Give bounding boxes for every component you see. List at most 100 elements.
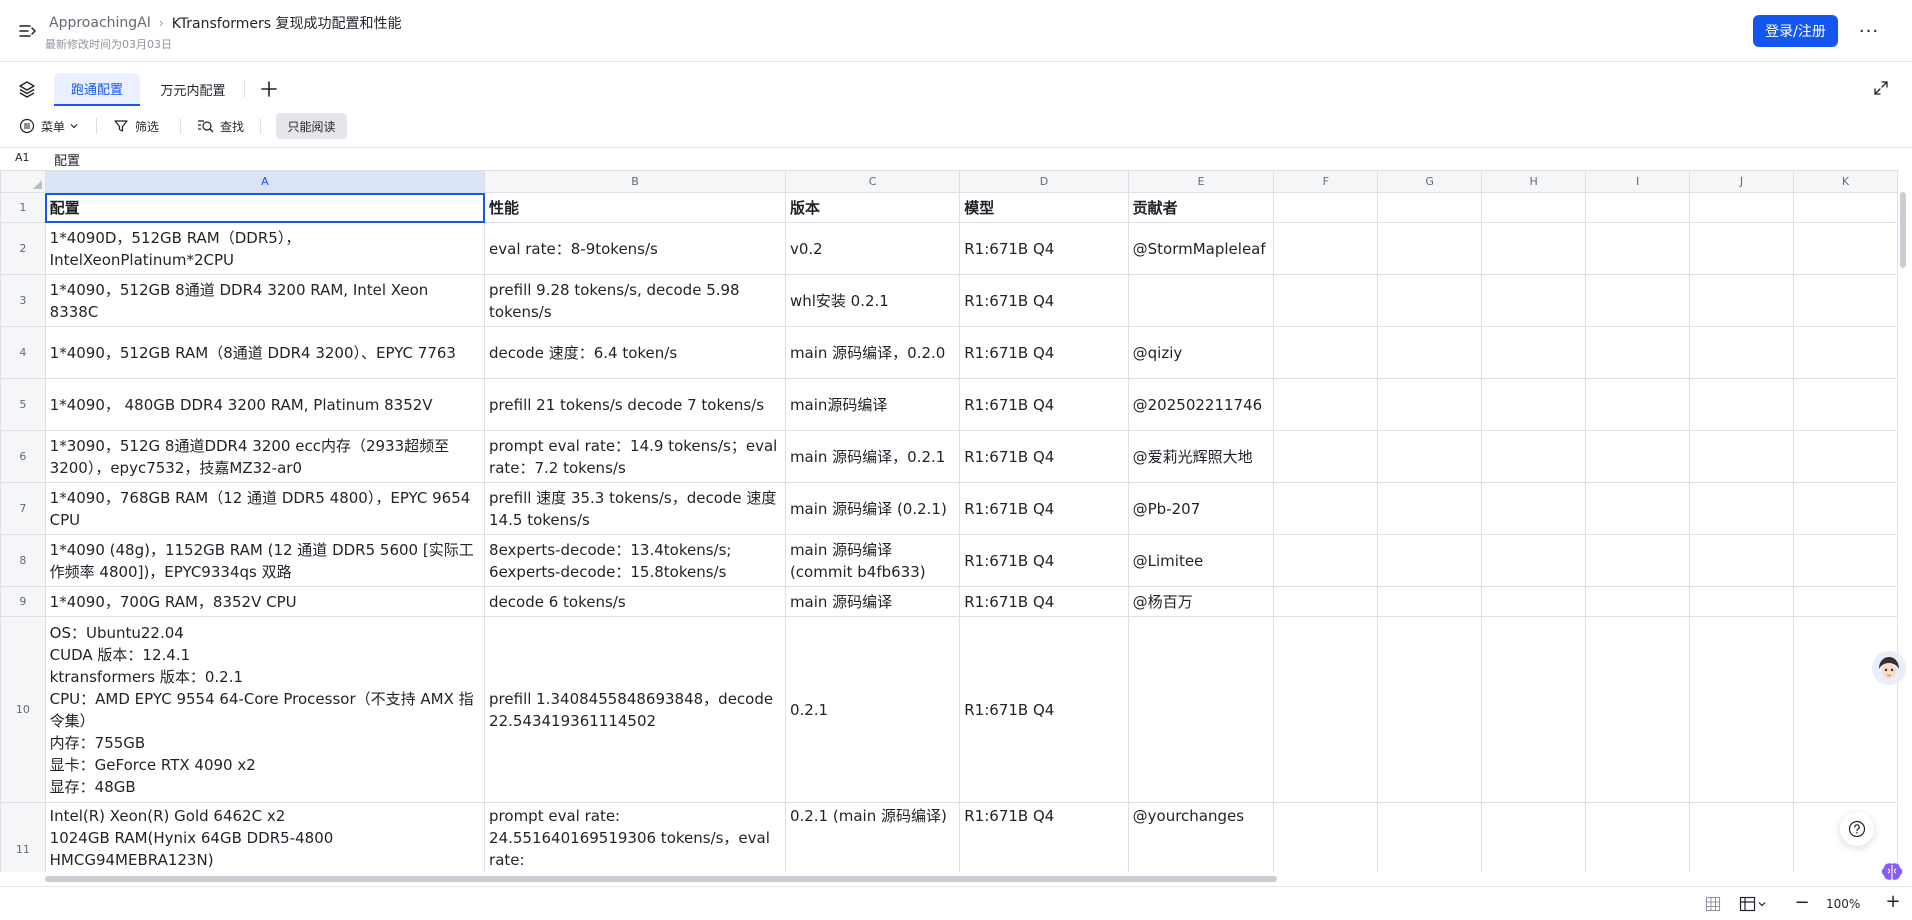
cell-f1[interactable] bbox=[1273, 192, 1379, 223]
cell-f9[interactable] bbox=[1273, 586, 1379, 617]
cell-e3[interactable] bbox=[1127, 274, 1275, 327]
column-header-e[interactable]: E bbox=[1127, 170, 1275, 193]
filter-button[interactable]: 筛选 bbox=[113, 113, 159, 139]
row-header[interactable]: 5 bbox=[0, 378, 46, 431]
cell-i6[interactable] bbox=[1585, 430, 1691, 483]
cell-a3[interactable]: 1*4090，512GB 8通道 DDR4 3200 RAM, Intel Xe… bbox=[44, 274, 486, 327]
formula-content[interactable]: 配置 bbox=[54, 150, 80, 169]
cell-d10[interactable]: R1:671B Q4 bbox=[959, 616, 1129, 803]
cell-i4[interactable] bbox=[1585, 326, 1691, 379]
cell-g7[interactable] bbox=[1377, 482, 1483, 535]
cell-k4[interactable] bbox=[1792, 326, 1898, 379]
cell-d2[interactable]: R1:671B Q4 bbox=[959, 222, 1129, 275]
cell-g1[interactable] bbox=[1377, 192, 1483, 223]
select-all-corner[interactable] bbox=[0, 170, 46, 193]
zoom-level[interactable]: 100% bbox=[1826, 897, 1860, 911]
cell-f5[interactable] bbox=[1273, 378, 1379, 431]
cell-h6[interactable] bbox=[1481, 430, 1587, 483]
cell-e2[interactable]: @StormMapleleaf bbox=[1127, 222, 1275, 275]
column-header-a[interactable]: A bbox=[44, 170, 486, 193]
tab-sheet-1[interactable]: 跑通配置 bbox=[54, 73, 140, 106]
cell-e1[interactable]: 贡献者 bbox=[1127, 192, 1275, 223]
help-button[interactable] bbox=[1840, 812, 1874, 846]
cell-b3[interactable]: prefill 9.28 tokens/s, decode 5.98 token… bbox=[484, 274, 786, 327]
cell-i1[interactable] bbox=[1585, 192, 1691, 223]
cell-b11[interactable]: prompt eval rate: 24.551640169519306 tok… bbox=[484, 802, 786, 872]
cell-g6[interactable] bbox=[1377, 430, 1483, 483]
cell-i7[interactable] bbox=[1585, 482, 1691, 535]
cell-d5[interactable]: R1:671B Q4 bbox=[959, 378, 1129, 431]
cell-b10[interactable]: prefill 1.3408455848693848，decode 22.543… bbox=[484, 616, 786, 803]
cell-k2[interactable] bbox=[1792, 222, 1898, 275]
sidebar-toggle-icon[interactable] bbox=[18, 22, 36, 40]
cell-k5[interactable] bbox=[1792, 378, 1898, 431]
row-header[interactable]: 3 bbox=[0, 274, 46, 327]
cell-g5[interactable] bbox=[1377, 378, 1483, 431]
cell-a2[interactable]: 1*4090D，512GB RAM（DDR5），IntelXeonPlatinu… bbox=[44, 222, 486, 275]
cell-d3[interactable]: R1:671B Q4 bbox=[959, 274, 1129, 327]
row-header[interactable]: 2 bbox=[0, 222, 46, 275]
column-header-b[interactable]: B bbox=[484, 170, 786, 193]
cell-i11[interactable] bbox=[1585, 802, 1691, 872]
row-header[interactable]: 11 bbox=[0, 802, 46, 872]
zoom-out-button[interactable]: − bbox=[1793, 894, 1811, 914]
row-header[interactable]: 10 bbox=[0, 616, 46, 803]
cell-b8[interactable]: 8experts-decode：13.4tokens/s; 6experts-d… bbox=[484, 534, 786, 587]
find-button[interactable]: 查找 bbox=[196, 113, 244, 139]
column-header-f[interactable]: F bbox=[1273, 170, 1379, 193]
cell-c9[interactable]: main 源码编译 bbox=[784, 586, 961, 617]
cell-a1[interactable]: 配置 bbox=[44, 192, 486, 223]
cell-c11[interactable]: 0.2.1 (main 源码编译) bbox=[784, 802, 961, 872]
cell-c4[interactable]: main 源码编译，0.2.0 bbox=[784, 326, 961, 379]
cell-j8[interactable] bbox=[1689, 534, 1794, 587]
cell-g11[interactable] bbox=[1377, 802, 1483, 872]
fullscreen-icon[interactable] bbox=[1873, 80, 1889, 96]
cell-d11[interactable]: R1:671B Q4 bbox=[959, 802, 1129, 872]
row-header[interactable]: 4 bbox=[0, 326, 46, 379]
cell-j5[interactable] bbox=[1689, 378, 1794, 431]
row-header[interactable]: 7 bbox=[0, 482, 46, 535]
cell-g3[interactable] bbox=[1377, 274, 1483, 327]
cell-k9[interactable] bbox=[1792, 586, 1898, 617]
cell-b1[interactable]: 性能 bbox=[484, 192, 786, 223]
cell-i9[interactable] bbox=[1585, 586, 1691, 617]
login-button[interactable]: 登录/注册 bbox=[1753, 15, 1838, 47]
cell-i10[interactable] bbox=[1585, 616, 1691, 803]
cell-i8[interactable] bbox=[1585, 534, 1691, 587]
cell-d9[interactable]: R1:671B Q4 bbox=[959, 586, 1129, 617]
cell-a6[interactable]: 1*3090，512G 8通道DDR4 3200 ecc内存（2933超频至32… bbox=[44, 430, 486, 483]
cell-c2[interactable]: v0.2 bbox=[784, 222, 961, 275]
cell-b9[interactable]: decode 6 tokens/s bbox=[484, 586, 786, 617]
cell-c1[interactable]: 版本 bbox=[784, 192, 961, 223]
cell-j11[interactable] bbox=[1689, 802, 1794, 872]
column-header-g[interactable]: G bbox=[1377, 170, 1483, 193]
cell-k6[interactable] bbox=[1792, 430, 1898, 483]
cell-j7[interactable] bbox=[1689, 482, 1794, 535]
vertical-scrollbar[interactable] bbox=[1900, 192, 1906, 268]
cell-f3[interactable] bbox=[1273, 274, 1379, 327]
cell-d4[interactable]: R1:671B Q4 bbox=[959, 326, 1129, 379]
cell-e4[interactable]: @qiziy bbox=[1127, 326, 1275, 379]
cell-g9[interactable] bbox=[1377, 586, 1483, 617]
cell-d6[interactable]: R1:671B Q4 bbox=[959, 430, 1129, 483]
cell-reference[interactable]: A1 bbox=[15, 151, 30, 164]
cell-j2[interactable] bbox=[1689, 222, 1794, 275]
cell-i5[interactable] bbox=[1585, 378, 1691, 431]
cell-e8[interactable]: @Limitee bbox=[1127, 534, 1275, 587]
row-header[interactable]: 6 bbox=[0, 430, 46, 483]
cell-f8[interactable] bbox=[1273, 534, 1379, 587]
cell-a7[interactable]: 1*4090，768GB RAM（12 通道 DDR5 4800），EPYC 9… bbox=[44, 482, 486, 535]
cell-e11[interactable]: @yourchanges bbox=[1127, 802, 1275, 872]
cell-i3[interactable] bbox=[1585, 274, 1691, 327]
cell-c5[interactable]: main源码编译 bbox=[784, 378, 961, 431]
cell-h11[interactable] bbox=[1481, 802, 1587, 872]
cell-b7[interactable]: prefill 速度 35.3 tokens/s，decode 速度 14.5 … bbox=[484, 482, 786, 535]
cell-g8[interactable] bbox=[1377, 534, 1483, 587]
ai-assistant-icon[interactable] bbox=[1880, 861, 1904, 883]
cell-a10[interactable]: OS：Ubuntu22.04 CUDA 版本：12.4.1 ktransform… bbox=[44, 616, 486, 803]
cell-j3[interactable] bbox=[1689, 274, 1794, 327]
more-options-icon[interactable]: ··· bbox=[1856, 17, 1882, 45]
menu-button[interactable]: 菜单 bbox=[19, 113, 79, 139]
cell-e7[interactable]: @Pb-207 bbox=[1127, 482, 1275, 535]
cell-e9[interactable]: @杨百万 bbox=[1127, 586, 1275, 617]
